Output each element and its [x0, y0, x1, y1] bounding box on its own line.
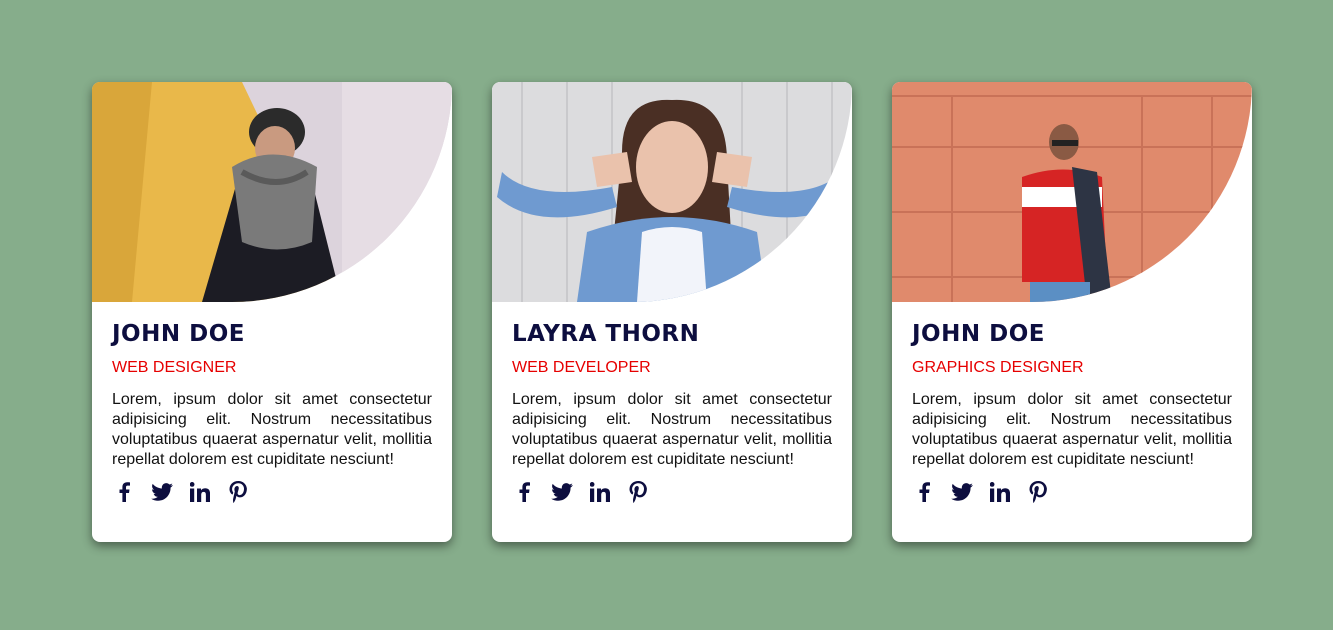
pinterest-icon[interactable] — [1026, 480, 1050, 504]
profile-photo — [92, 82, 452, 302]
twitter-icon[interactable] — [150, 480, 174, 504]
social-links — [112, 480, 432, 504]
profile-photo — [492, 82, 852, 302]
linkedin-icon[interactable] — [588, 480, 612, 504]
profile-name: JOHN DOE — [912, 321, 1045, 347]
profile-role: GRAPHICS DESIGNER — [912, 359, 1084, 376]
facebook-icon[interactable] — [912, 480, 936, 504]
pinterest-icon[interactable] — [226, 480, 250, 504]
pinterest-icon[interactable] — [626, 480, 650, 504]
social-links — [912, 480, 1232, 504]
facebook-icon[interactable] — [112, 480, 136, 504]
profile-card: JOHN DOE WEB DESIGNER Lorem, ipsum dolor… — [92, 82, 452, 542]
profile-name: JOHN DOE — [112, 321, 245, 347]
profile-card: LAYRA THORN WEB DEVELOPER Lorem, ipsum d… — [492, 82, 852, 542]
linkedin-icon[interactable] — [988, 480, 1012, 504]
profile-cards: JOHN DOE WEB DESIGNER Lorem, ipsum dolor… — [92, 82, 1252, 542]
profile-card: JOHN DOE GRAPHICS DESIGNER Lorem, ipsum … — [892, 82, 1252, 542]
profile-description: Lorem, ipsum dolor sit amet consectetur … — [112, 391, 432, 468]
profile-name: LAYRA THORN — [512, 321, 700, 347]
social-links — [512, 480, 832, 504]
profile-description: Lorem, ipsum dolor sit amet consectetur … — [512, 391, 832, 468]
profile-photo — [892, 82, 1252, 302]
profile-role: WEB DEVELOPER — [512, 359, 651, 376]
profile-role: WEB DESIGNER — [112, 359, 237, 376]
twitter-icon[interactable] — [950, 480, 974, 504]
linkedin-icon[interactable] — [188, 480, 212, 504]
facebook-icon[interactable] — [512, 480, 536, 504]
profile-description: Lorem, ipsum dolor sit amet consectetur … — [912, 391, 1232, 468]
twitter-icon[interactable] — [550, 480, 574, 504]
